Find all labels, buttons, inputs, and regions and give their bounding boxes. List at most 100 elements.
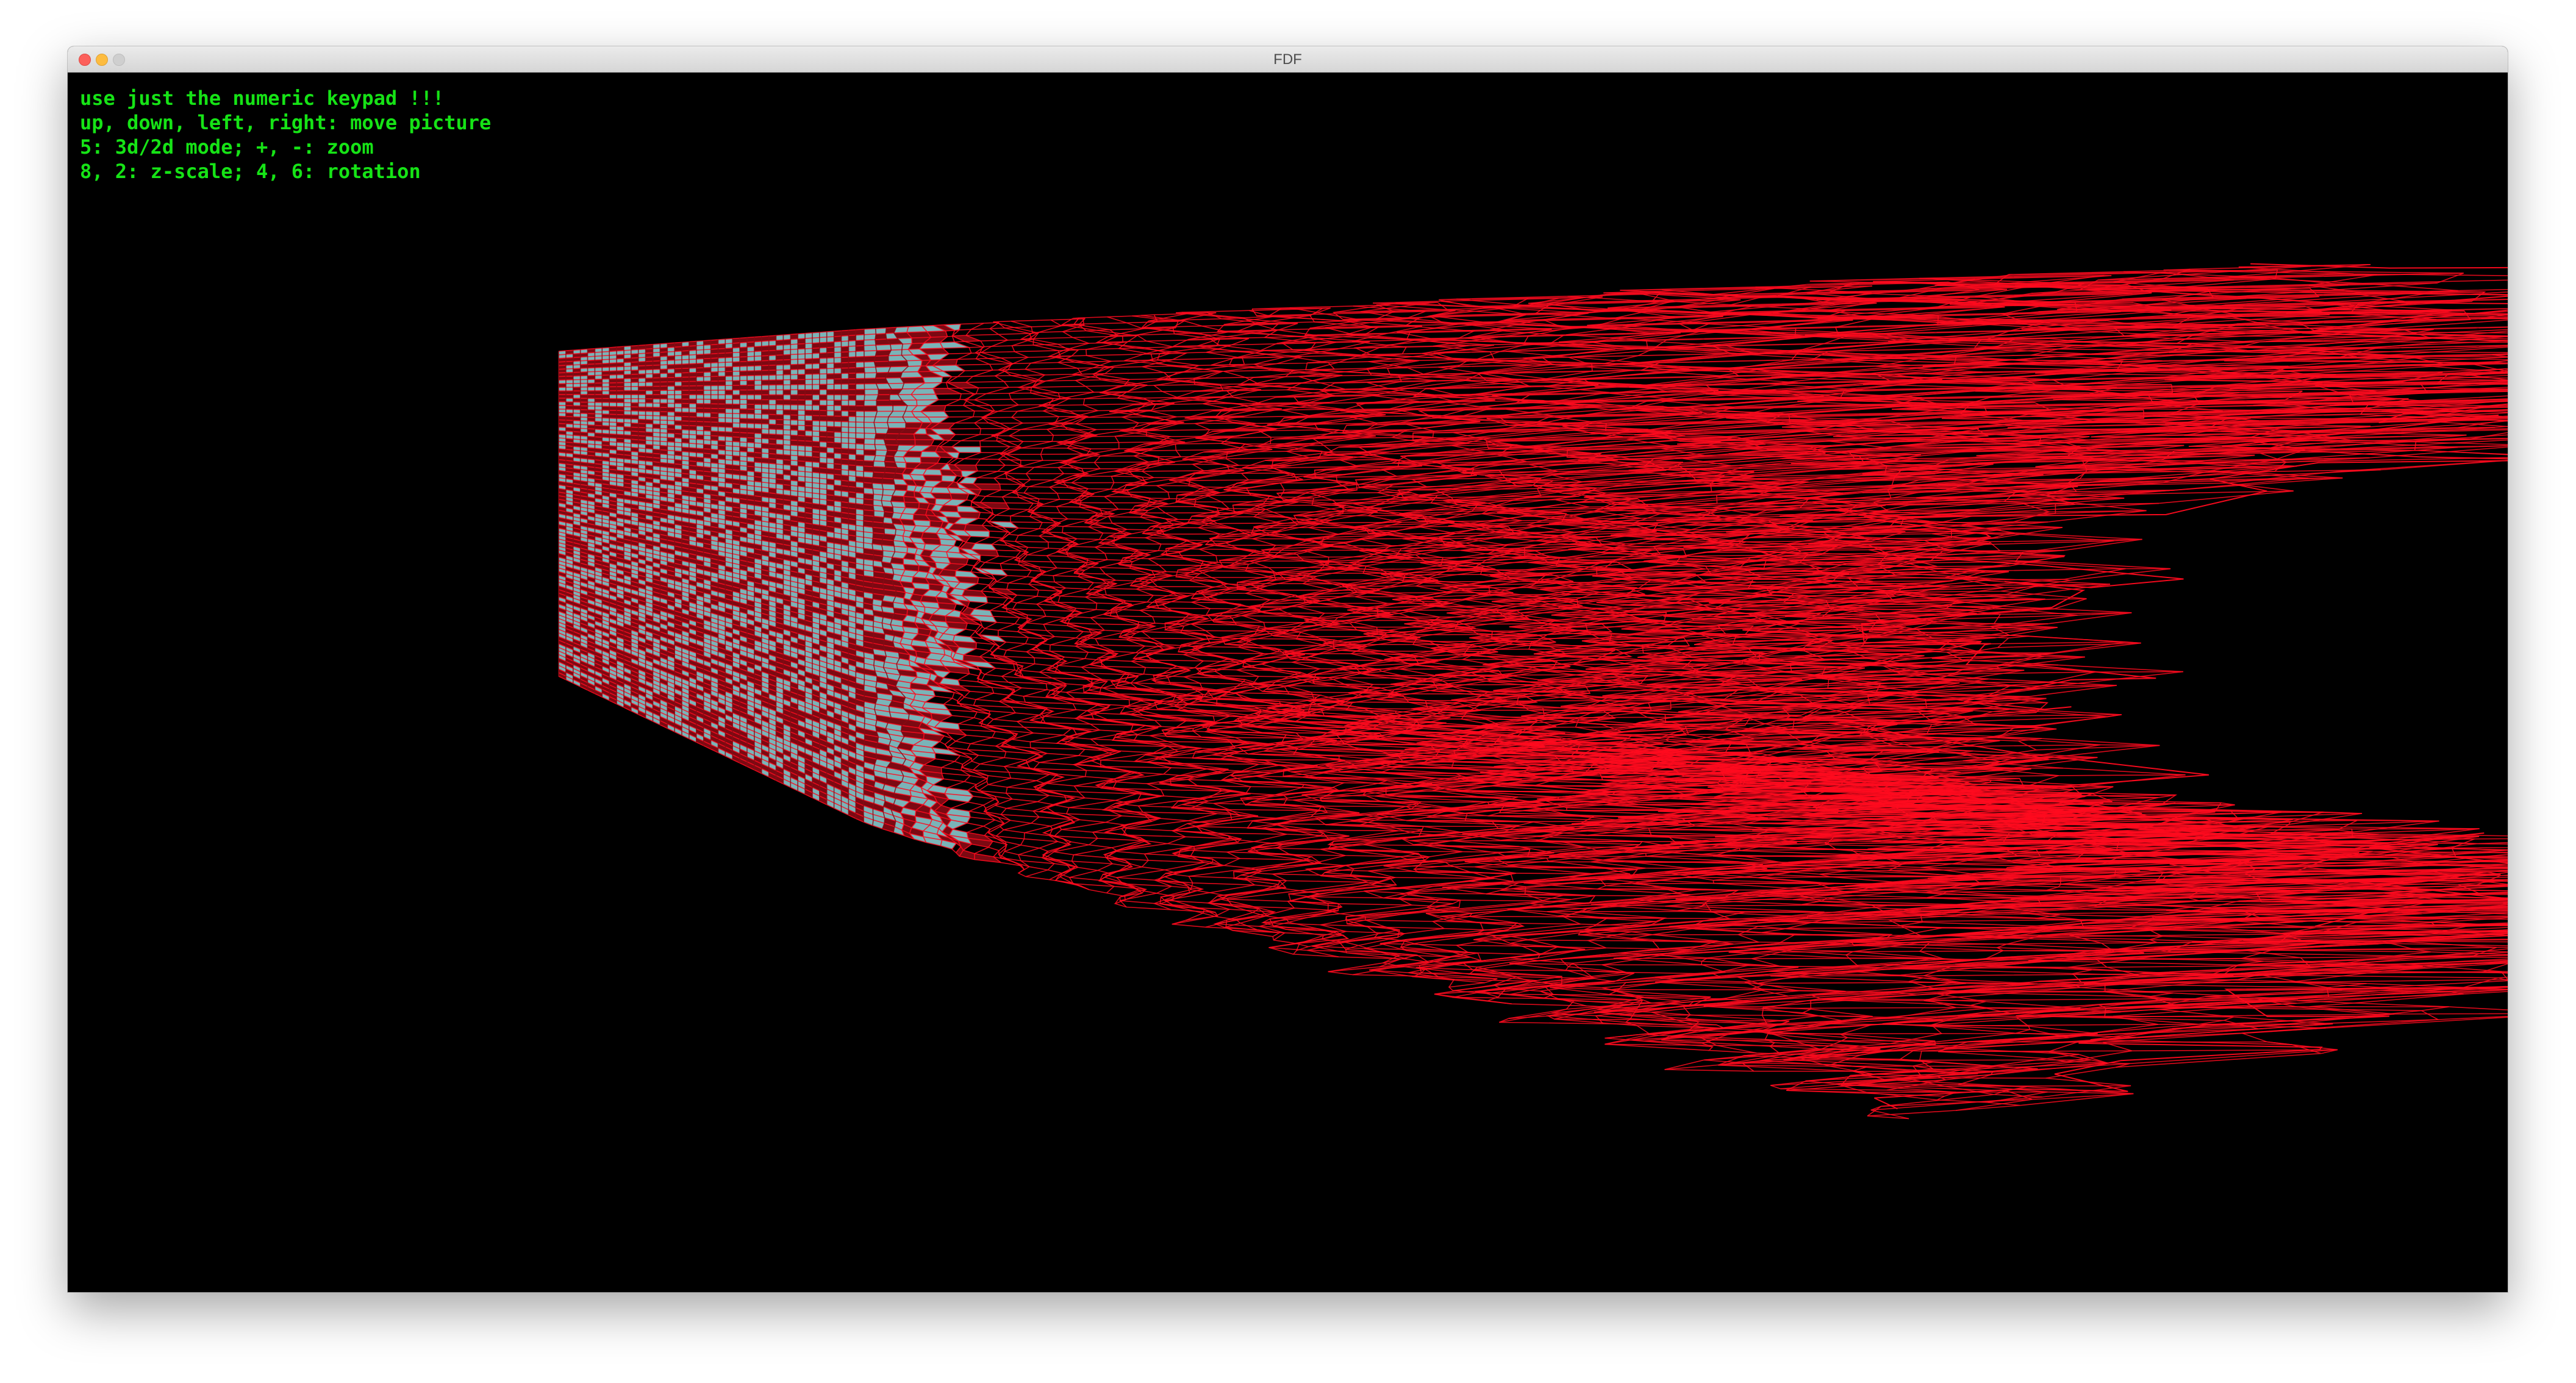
flat-cell [834,400,842,406]
flat-cell [667,377,675,382]
flat-cell [864,411,878,417]
flat-cell [819,400,827,406]
flat-cell [710,381,718,386]
flat-cell [674,368,682,373]
flat-cell [747,418,754,424]
flat-cell [864,389,879,395]
flat-cell [754,413,762,420]
flat-cell [776,399,784,405]
flat-cell [732,423,740,428]
flat-cell [776,370,784,376]
flat-cell [740,404,747,409]
flat-cell [660,390,668,395]
flat-cell [783,415,791,420]
flat-cell [812,363,820,370]
flat-cell [732,413,740,419]
flat-cell [798,354,806,360]
flat-cell [812,384,820,390]
flat-cell [718,408,726,413]
flat-cell [841,437,849,444]
flat-cell [595,390,603,395]
flat-cell [747,423,754,429]
flat-cell [761,370,769,376]
flat-cell [595,398,603,402]
flat-cell [790,369,798,375]
title-bar[interactable]: FDF [68,46,2508,73]
flat-cell [725,395,733,400]
flat-cell [710,385,718,390]
help-line-mode-zoom: 5: 3d/2d mode; +, -: zoom [80,135,374,159]
help-line-scale-rotation: 8, 2: z-scale; 4, 6: rotation [80,160,421,183]
flat-cell [812,358,820,364]
flat-cell [790,420,798,426]
flat-cell [689,385,696,391]
flat-cell [841,400,849,406]
flat-cell [812,426,820,432]
flat-cell [703,376,711,382]
flat-cell [631,386,639,391]
flat-cell [798,379,806,385]
flat-cell [674,373,682,377]
flat-cell [653,386,660,391]
flat-cell [740,366,747,371]
flat-cell [703,412,711,418]
flat-cell [638,390,646,395]
flat-cell [864,438,875,445]
flat-cell [710,367,718,373]
flat-cell [798,390,806,395]
flat-cell [805,384,812,390]
flat-cell [725,381,733,386]
flat-cell [747,395,754,400]
flat-cell [660,377,668,382]
flat-cell [819,379,827,385]
flat-cell [740,399,747,405]
flat-cell [856,378,865,384]
wireframe-canvas[interactable]: use just the numeric keypad !!! up, down… [68,73,2508,1292]
flat-cell [834,357,842,363]
flat-cell [710,408,718,413]
flat-cell [841,384,849,390]
flat-cell [689,399,696,404]
flat-cell [653,395,660,399]
flat-cell [638,398,646,403]
flat-cell [864,350,877,357]
flat-cell [876,406,893,412]
flat-cell [761,414,769,420]
flat-cell [587,390,595,395]
flat-cell [754,360,762,366]
flat-cell [874,416,889,423]
flat-cell [812,399,820,406]
flat-cell [841,395,849,401]
flat-cell [653,382,660,387]
flat-cell [783,359,791,365]
flat-cell [841,379,849,385]
flat-cell [916,399,939,406]
flat-cell [660,399,668,404]
flat-cell [768,380,776,385]
flat-cell [740,418,747,424]
flat-cell [819,358,827,364]
flat-cell [812,420,820,426]
flat-cell [864,378,876,384]
flat-cell [660,403,668,408]
flat-cell [783,409,791,415]
flat-cell [696,376,704,382]
flat-cell [667,395,675,399]
flat-cell [754,409,762,415]
flat-cell [776,419,784,425]
flat-cell [834,389,842,395]
flat-cell [856,438,865,445]
flat-cell [710,404,718,409]
flat-cell [798,399,806,406]
flat-cell [696,408,704,413]
flat-cell [826,363,834,369]
flat-cell [841,427,849,433]
flat-cell [747,399,754,405]
flat-cell [718,399,726,404]
flat-cell [718,417,726,423]
flat-cell [856,395,865,401]
flat-cell [761,375,769,381]
flat-cell [682,373,689,377]
flat-cell [602,395,610,399]
flat-cell [805,431,812,437]
